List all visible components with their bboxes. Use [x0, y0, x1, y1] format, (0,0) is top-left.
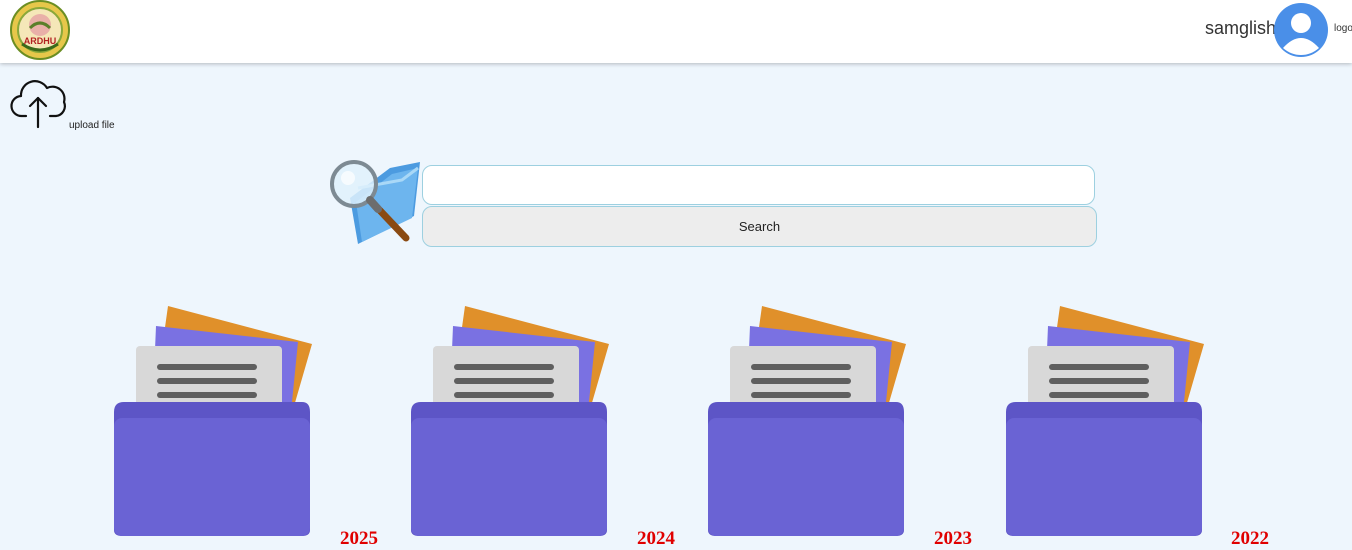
upload-cloud-icon[interactable]	[10, 74, 68, 130]
logo-text: ARDHU	[24, 36, 57, 46]
username-label: samglish	[1205, 18, 1277, 38]
logout-link[interactable]: logout	[1334, 23, 1352, 34]
folder-search-icon	[330, 160, 420, 244]
search-button[interactable]: Search	[422, 206, 1097, 247]
year-folder-2023[interactable]	[706, 302, 906, 538]
top-navbar: ARDHU samglish logout	[0, 0, 1352, 63]
upload-file-label[interactable]: upload file	[69, 120, 115, 131]
ardhu-logo[interactable]: ARDHU	[8, 0, 72, 60]
year-folder-2025[interactable]	[112, 302, 312, 538]
year-folder-2024[interactable]	[409, 302, 609, 538]
user-avatar-icon[interactable]	[1273, 2, 1329, 58]
year-folder-2022[interactable]	[1004, 302, 1204, 538]
search-input[interactable]	[422, 165, 1095, 205]
